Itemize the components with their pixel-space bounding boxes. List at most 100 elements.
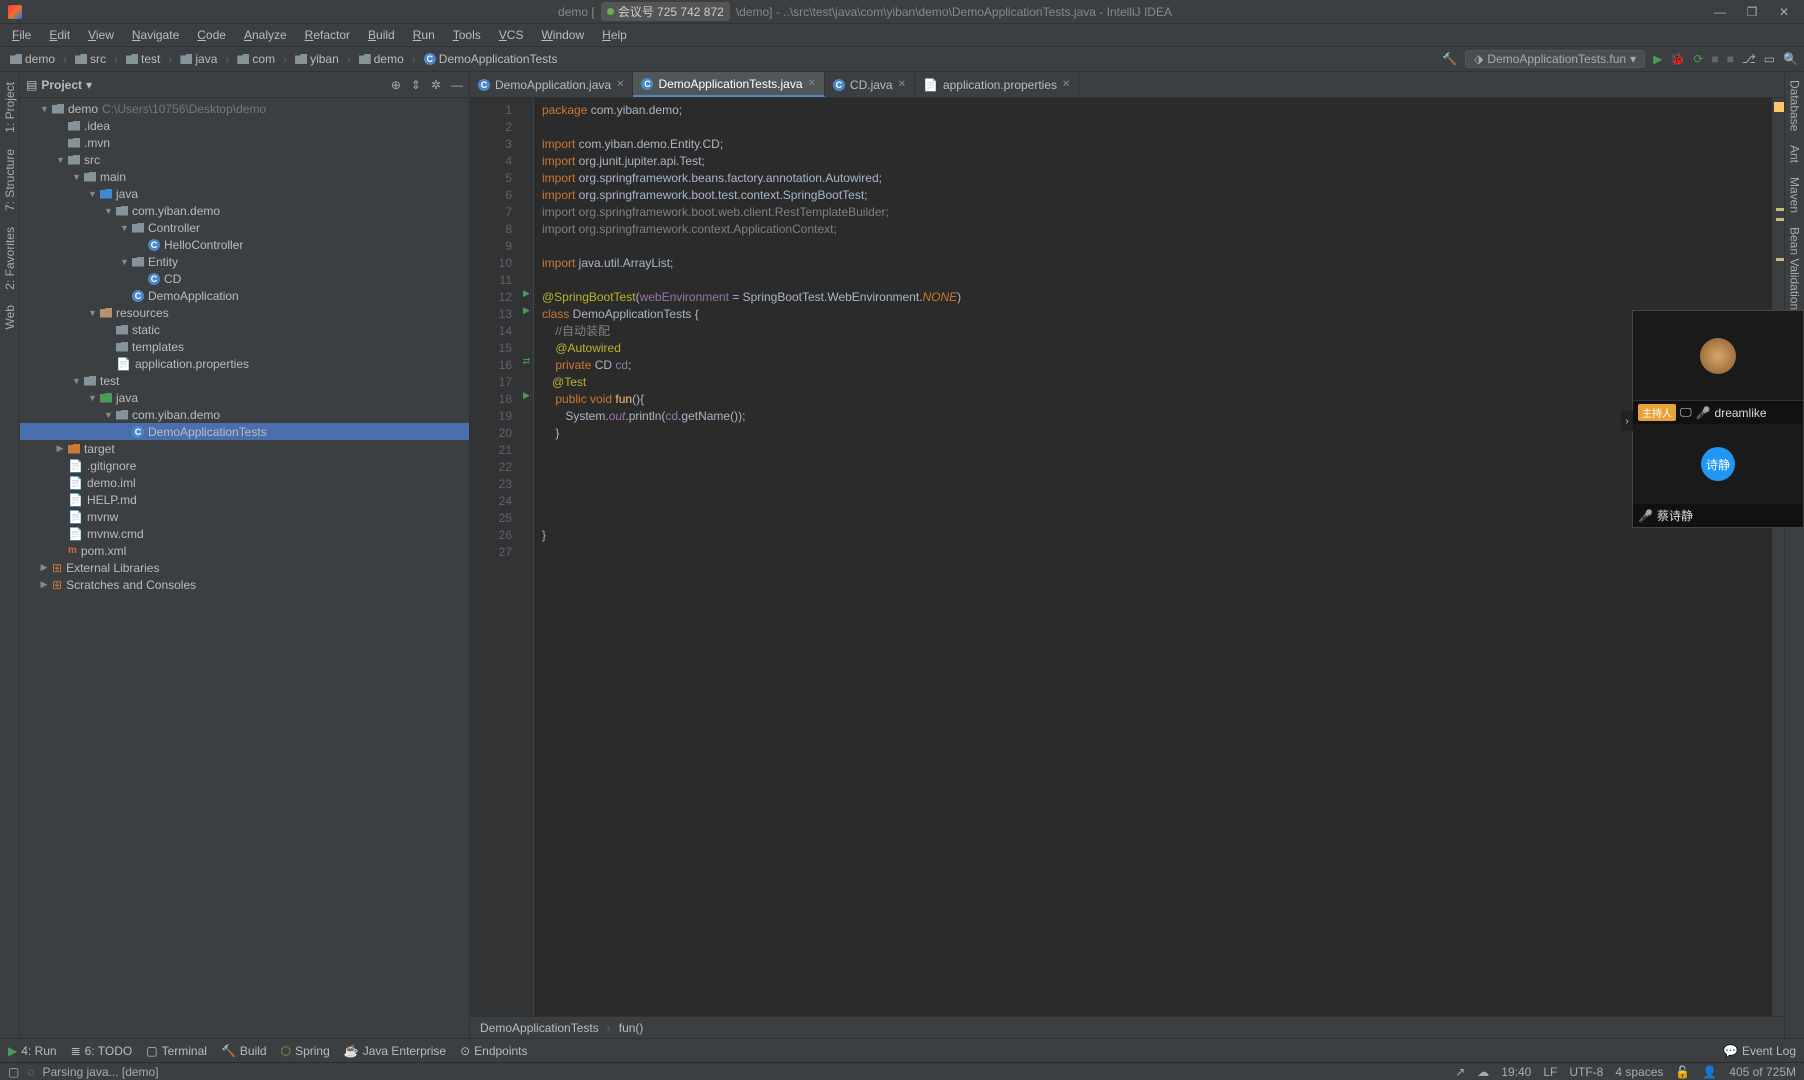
collapse-overlay-button[interactable]: › — [1621, 411, 1633, 431]
crumb-java[interactable]: java — [176, 52, 221, 66]
menu-help[interactable]: Help — [594, 26, 635, 44]
collapse-icon[interactable]: ⇕ — [411, 78, 421, 92]
tree-node-target[interactable]: ▶target — [20, 440, 469, 457]
debug-button[interactable]: 🐞 — [1670, 52, 1685, 66]
project-title[interactable]: Project — [41, 78, 82, 92]
menu-tools[interactable]: Tools — [445, 26, 489, 44]
menu-file[interactable]: File — [4, 26, 39, 44]
crumb-demo[interactable]: demo — [6, 52, 59, 66]
tab-application.properties[interactable]: 📄application.properties✕ — [915, 72, 1079, 97]
project-dropdown-icon[interactable]: ▤ — [26, 78, 37, 92]
memory[interactable]: 405 of 725M — [1729, 1065, 1796, 1079]
hide-icon[interactable]: — — [451, 78, 463, 92]
warn-marker[interactable] — [1776, 218, 1784, 221]
close-tab-icon[interactable]: ✕ — [808, 78, 816, 89]
tree-node-External Libraries[interactable]: ▶⊞External Libraries — [20, 559, 469, 576]
crumb-com[interactable]: com — [233, 52, 279, 66]
tree-node-java[interactable]: ▼java — [20, 185, 469, 202]
tab-DemoApplication.java[interactable]: CDemoApplication.java✕ — [470, 72, 633, 97]
tree-node-Controller[interactable]: ▼Controller — [20, 219, 469, 236]
project-tree[interactable]: ▼demo C:\Users\10756\Desktop\demo.idea.m… — [20, 98, 469, 1038]
rail-Ant[interactable]: Ant — [1788, 141, 1802, 167]
line-gutter[interactable]: 1234567891011121314151617181920212223242… — [470, 98, 520, 1016]
tree-node-Entity[interactable]: ▼Entity — [20, 253, 469, 270]
tree-node-src[interactable]: ▼src — [20, 151, 469, 168]
menu-run[interactable]: Run — [405, 26, 443, 44]
layout-icon[interactable]: ▭ — [1764, 52, 1775, 66]
tree-node-templates[interactable]: templates — [20, 338, 469, 355]
rail-1Project[interactable]: 1: Project — [3, 78, 17, 137]
tree-node--gitignore[interactable]: 📄.gitignore — [20, 457, 469, 474]
tree-node-com-yiban-demo[interactable]: ▼com.yiban.demo — [20, 202, 469, 219]
tab-CD.java[interactable]: CCD.java✕ — [825, 72, 915, 97]
tree-node-mvnw-cmd[interactable]: 📄mvnw.cmd — [20, 525, 469, 542]
crumb-yiban[interactable]: yiban — [291, 52, 343, 66]
menu-analyze[interactable]: Analyze — [236, 26, 295, 44]
cursor-pos[interactable]: 19:40 — [1501, 1065, 1531, 1079]
goto-icon[interactable]: ↗ — [1455, 1065, 1465, 1079]
meeting-overlay[interactable]: › 主持人 🖵 🎤 dreamlike 诗静 🎤 蔡诗静 — [1632, 310, 1804, 528]
breadcrumb[interactable]: demosrctestjavacomyibandemoCDemoApplicat… — [6, 52, 562, 66]
warn-marker[interactable] — [1774, 102, 1784, 112]
inspect-icon[interactable]: 👤 — [1702, 1065, 1717, 1079]
tree-node-CD[interactable]: CCD — [20, 270, 469, 287]
tree-node-application-properties[interactable]: 📄application.properties — [20, 355, 469, 372]
eventlog-tool-button[interactable]: 💬Event Log — [1723, 1044, 1796, 1058]
indent[interactable]: 4 spaces — [1615, 1065, 1663, 1079]
terminal-tool-button[interactable]: ▢Terminal — [146, 1044, 207, 1058]
warn-marker[interactable] — [1776, 258, 1784, 261]
tree-node-demo-iml[interactable]: 📄demo.iml — [20, 474, 469, 491]
tree-node-demo[interactable]: ▼demo C:\Users\10756\Desktop\demo — [20, 100, 469, 117]
tree-node-main[interactable]: ▼main — [20, 168, 469, 185]
gear-icon[interactable]: ✲ — [431, 78, 441, 92]
tree-node-HELP-md[interactable]: 📄HELP.md — [20, 491, 469, 508]
menu-window[interactable]: Window — [533, 26, 592, 44]
rail-7Structure[interactable]: 7: Structure — [3, 145, 17, 215]
tree-node-com-yiban-demo[interactable]: ▼com.yiban.demo — [20, 406, 469, 423]
rail-2Favorites[interactable]: 2: Favorites — [3, 223, 17, 294]
error-stripe[interactable] — [1772, 98, 1784, 1016]
tree-node-resources[interactable]: ▼resources — [20, 304, 469, 321]
tree-node-pom-xml[interactable]: mpom.xml — [20, 542, 469, 559]
crumb-demo[interactable]: demo — [355, 52, 408, 66]
close-tab-icon[interactable]: ✕ — [1062, 79, 1070, 90]
menu-build[interactable]: Build — [360, 26, 403, 44]
encoding[interactable]: UTF-8 — [1569, 1065, 1603, 1079]
menu-vcs[interactable]: VCS — [491, 26, 532, 44]
minimize-button[interactable]: — — [1708, 5, 1732, 19]
coverage-button[interactable]: ⟳ — [1693, 52, 1703, 66]
tree-node-test[interactable]: ▼test — [20, 372, 469, 389]
rail-Web[interactable]: Web — [3, 301, 17, 333]
readonly-icon[interactable]: 🔓 — [1675, 1065, 1690, 1079]
locate-icon[interactable]: ⊕ — [391, 78, 401, 92]
close-tab-icon[interactable]: ✕ — [898, 79, 906, 90]
crumb-DemoApplicationTests[interactable]: CDemoApplicationTests — [420, 52, 562, 66]
tree-node-mvnw[interactable]: 📄mvnw — [20, 508, 469, 525]
close-tab-icon[interactable]: ✕ — [616, 79, 624, 90]
crumb-test[interactable]: test — [122, 52, 164, 66]
line-ending[interactable]: LF — [1543, 1065, 1557, 1079]
maximize-button[interactable]: ❐ — [1740, 5, 1764, 19]
crumb-src[interactable]: src — [71, 52, 110, 66]
tool-windows-icon[interactable]: ▢ — [8, 1065, 19, 1079]
menu-navigate[interactable]: Navigate — [124, 26, 187, 44]
tree-node-DemoApplication[interactable]: CDemoApplication — [20, 287, 469, 304]
marker-gutter[interactable]: ▶▶⇄▶ — [520, 98, 534, 1016]
run-tool-button[interactable]: ▶4: Run — [8, 1044, 57, 1058]
tree-node-java[interactable]: ▼java — [20, 389, 469, 406]
code-editor[interactable]: package com.yiban.demo; import com.yiban… — [534, 98, 1772, 1016]
menu-edit[interactable]: Edit — [41, 26, 78, 44]
tree-node-static[interactable]: static — [20, 321, 469, 338]
tree-node--mvn[interactable]: .mvn — [20, 134, 469, 151]
build-tool-button[interactable]: 🔨Build — [221, 1044, 267, 1058]
todo-tool-button[interactable]: ≣6: TODO — [71, 1044, 133, 1058]
tree-node-HelloController[interactable]: CHelloController — [20, 236, 469, 253]
build-icon[interactable]: 🔨 — [1442, 52, 1457, 66]
menu-code[interactable]: Code — [189, 26, 234, 44]
rail-BeanValidation[interactable]: Bean Validation — [1788, 223, 1802, 314]
dropdown-arrow-icon[interactable]: ▾ — [86, 78, 92, 92]
search-icon[interactable]: 🔍 — [1783, 52, 1798, 66]
editor-breadcrumb[interactable]: DemoApplicationTests›fun() — [470, 1016, 1784, 1038]
menu-refactor[interactable]: Refactor — [297, 26, 358, 44]
rail-Maven[interactable]: Maven — [1788, 173, 1802, 217]
